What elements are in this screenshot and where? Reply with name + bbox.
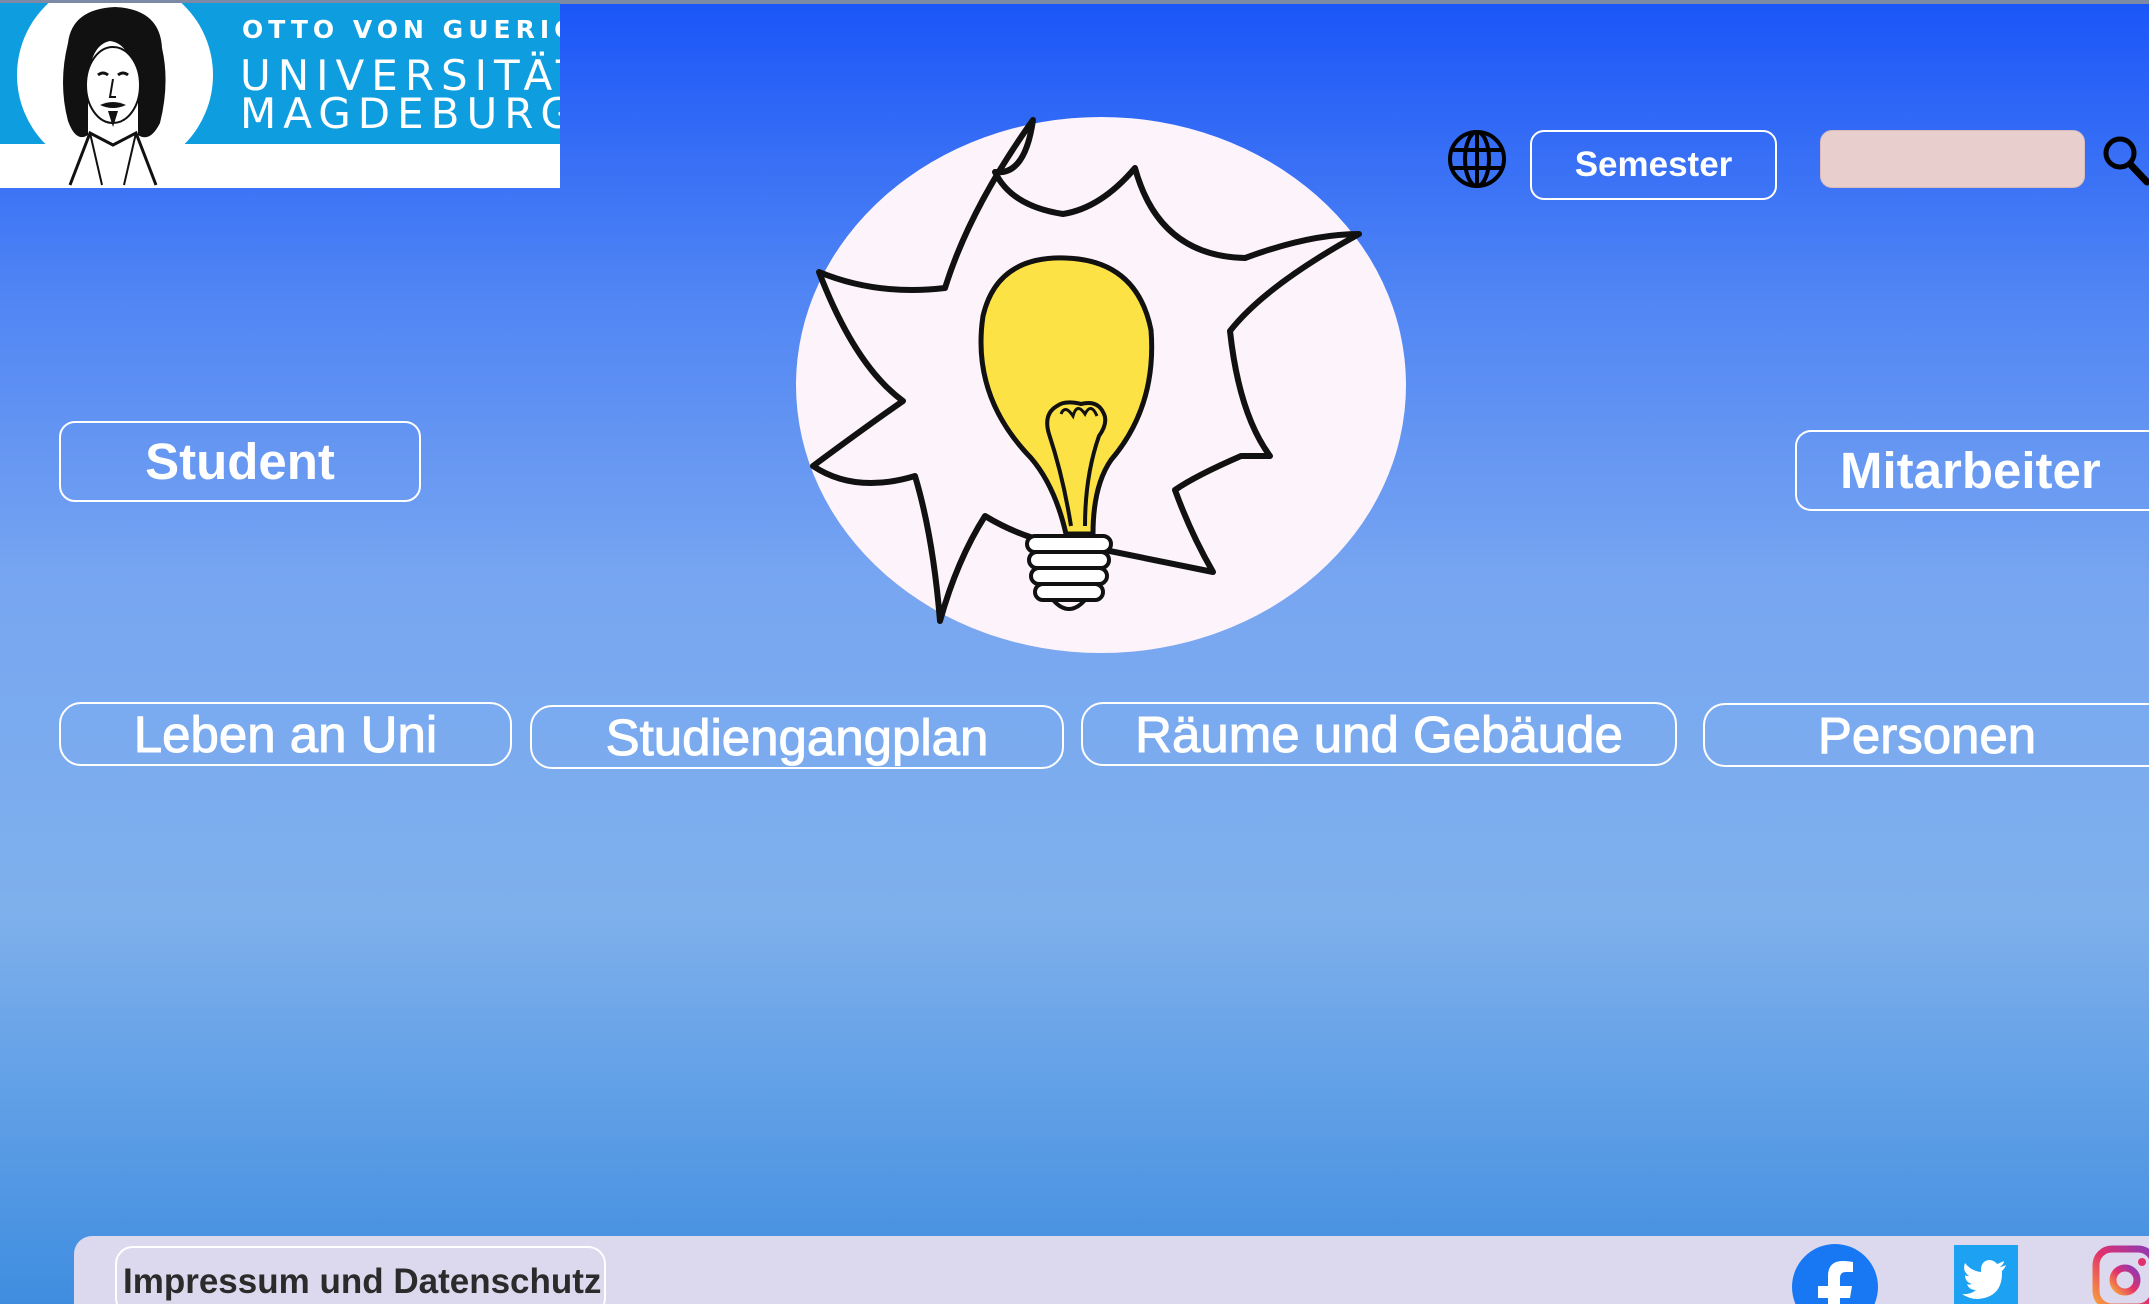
semester-button[interactable]: Semester <box>1530 130 1777 200</box>
nav-personen-button[interactable]: Personen <box>1703 703 2149 767</box>
university-logo[interactable]: OTTO VON GUERICKE UNIVERSITÄT MAGDEBURG <box>0 3 560 188</box>
logo-text-line3: MAGDEBURG <box>240 89 560 138</box>
mitarbeiter-button[interactable]: Mitarbeiter <box>1795 430 2149 511</box>
nav-studiengangplan-button[interactable]: Studiengangplan <box>530 705 1064 769</box>
globe-icon[interactable] <box>1446 128 1508 190</box>
guericke-portrait-icon <box>17 3 213 186</box>
nav-raeume-und-gebaeude-button[interactable]: Räume und Gebäude <box>1081 702 1677 766</box>
logo-text-line1: OTTO VON GUERICKE <box>242 15 560 44</box>
twitter-icon[interactable] <box>1954 1245 2018 1304</box>
nav-leben-an-uni-button[interactable]: Leben an Uni <box>59 702 512 766</box>
footer-bar: Impressum und Datenschutz <box>74 1236 2149 1304</box>
facebook-icon[interactable] <box>1792 1244 1878 1304</box>
search-icon[interactable] <box>2100 132 2149 188</box>
student-button[interactable]: Student <box>59 421 421 502</box>
lightbulb-illustration <box>796 117 1406 653</box>
instagram-icon[interactable] <box>2092 1245 2149 1304</box>
search-input[interactable] <box>1820 130 2085 188</box>
impressum-link[interactable]: Impressum und Datenschutz <box>115 1246 606 1304</box>
